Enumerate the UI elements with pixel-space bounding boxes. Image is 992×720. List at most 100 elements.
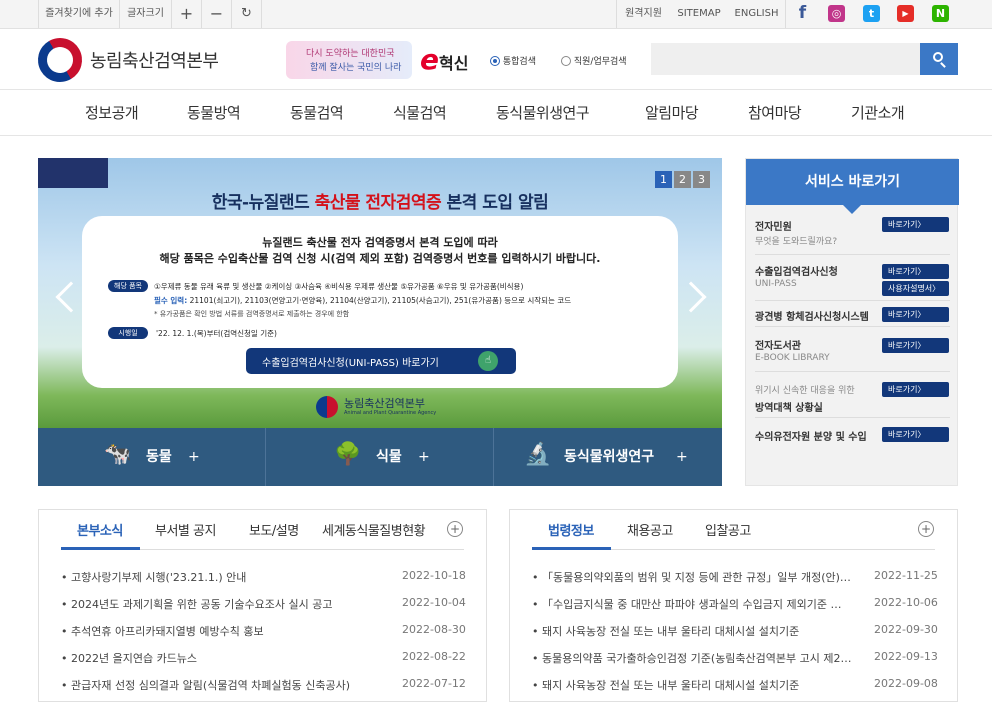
tab-world-disease[interactable]: 세계동식물질병현황	[322, 520, 426, 539]
search-button[interactable]	[920, 43, 958, 75]
radio-staff-search[interactable]: 직원/업무검색	[561, 54, 627, 67]
service-situation-pre: 위기시 신속한 대응을 위한	[755, 386, 855, 396]
list-item[interactable]: • 추석연휴 아프리카돼지열병 예방수칙 홍보	[61, 623, 401, 639]
list-item[interactable]: • 동물용의약품 국가출하승인검정 기준(농림축산검역본부 고시 제2022-4…	[532, 650, 852, 666]
banner-line-2: 해당 품목은 수입축산물 검역 신청 시(검역 제외 포함) 검역증명서 번호를…	[159, 252, 601, 265]
radio-unchecked-icon	[561, 55, 571, 66]
service-library-title: 전자도서관	[755, 341, 801, 352]
service-rabies-go-button[interactable]: 바로가기〉	[882, 307, 949, 322]
pager-2-button[interactable]: 2	[674, 171, 691, 188]
logo-emblem-icon[interactable]	[29, 29, 91, 91]
nav-info-disclosure[interactable]: 정보공개	[85, 102, 139, 123]
nav-about[interactable]: 기관소개	[851, 102, 905, 123]
pager-3-button[interactable]: 3	[693, 171, 710, 188]
remote-support-link[interactable]: 원격지원	[616, 0, 670, 28]
slogan-banner[interactable]: 다시 도약하는 대한민국 함께 잘사는 국민의 나라	[286, 41, 412, 79]
tab-law-info[interactable]: 법령정보	[548, 520, 594, 539]
youtube-icon[interactable]: ▶	[897, 5, 914, 22]
service-row-rabies: 광견병 항체검사신청시스템 바로가기〉	[755, 301, 950, 327]
quick-link-plant[interactable]: 🌳 식물 +	[266, 428, 494, 486]
slogan-line-2: 함께 잘사는 국민의 나라	[310, 63, 402, 73]
badge-date: 시행일	[108, 327, 148, 339]
radio-checked-icon	[490, 55, 500, 66]
unipass-button[interactable]: 수출입검역검사신청(UNI-PASS) 바로가기 ☝	[246, 348, 516, 374]
nav-research[interactable]: 동식물위생연구	[496, 102, 590, 123]
more-plus-icon[interactable]: +	[918, 521, 934, 537]
list-item[interactable]: • 「수입금지식물 중 대만산 파파야 생과실의 수입금지 제외기준 」고시 일…	[532, 596, 852, 612]
nav-notice[interactable]: 알림마당	[645, 102, 699, 123]
facebook-icon[interactable]: f	[794, 5, 811, 22]
radio-staff-label: 직원/업무검색	[573, 57, 627, 67]
service-genetic-go-button[interactable]: 바로가기〉	[882, 427, 949, 442]
nav-participation[interactable]: 참여마당	[748, 102, 802, 123]
main-visual-banner[interactable]: 1 2 3 한국-뉴질랜드 축산물 전자검역증 본격 도입 알림 뉴질랜드 축산…	[38, 158, 722, 428]
service-unipass-manual-button[interactable]: 사용자설명서〉	[882, 281, 949, 296]
list-item-date: 2022-09-30	[874, 623, 938, 636]
banner-items-text: ①우제류 동물 유래 육류 및 생산물 ②케이싱 ③사슴육 ④비식용 우제류 생…	[154, 282, 524, 291]
quick-link-research-label: 동식물위생연구	[564, 449, 655, 465]
list-item[interactable]: • 2022년 을지연습 카드뉴스	[61, 650, 401, 666]
list-item-date: 2022-09-08	[874, 677, 938, 690]
main-navigation: 정보공개 동물방역 동물검역 식물검역 동식물위생연구 알림마당 참여마당 기관…	[0, 90, 992, 136]
list-item-date: 2022-11-25	[874, 569, 938, 582]
search-icon	[933, 52, 943, 62]
list-item[interactable]: • 돼지 사육농장 전실 또는 내부 울타리 대체시설 설치기준	[532, 677, 852, 693]
nav-animal-quarantine[interactable]: 동물검역	[290, 102, 344, 123]
twitter-icon[interactable]: t	[863, 5, 880, 22]
banner-date-text: '22. 12. 1.(목)부터(검역신청일 기준)	[156, 329, 277, 338]
list-item[interactable]: • 고향사랑기부제 시행('23.21.1.) 안내	[61, 569, 401, 585]
banner-next-icon[interactable]	[675, 281, 707, 313]
banner-logo-text: 농림축산검역본부	[344, 397, 425, 410]
plant-icon: 🌳	[334, 442, 362, 467]
add-favorite-button[interactable]: 즐겨찾기에 추가	[38, 0, 120, 28]
font-decrease-button[interactable]: −	[202, 0, 232, 28]
tab-active-indicator	[61, 547, 140, 550]
list-item-date: 2022-08-22	[402, 650, 466, 663]
hand-pointer-icon: ☝	[478, 351, 498, 371]
list-item[interactable]: • 돼지 사육농장 전실 또는 내부 울타리 대체시설 설치기준	[532, 623, 852, 639]
quick-link-research-plus: +	[676, 449, 688, 465]
site-logo-text[interactable]: 농림축산검역본부	[90, 47, 219, 73]
service-library-go-button[interactable]: 바로가기〉	[882, 338, 949, 353]
list-item[interactable]: • 2024년도 과제기획을 위한 공동 기술수요조사 실시 공고	[61, 596, 401, 612]
service-row-situation-room: 위기시 신속한 대응을 위한 방역대책 상황실 바로가기〉	[755, 372, 950, 418]
quick-link-research[interactable]: 🔬 동식물위생연구 +	[494, 428, 722, 486]
service-panel-arrow	[843, 205, 861, 214]
list-item[interactable]: • 관급자재 선정 심의결과 알림(식물검역 차폐실험동 신축공사)	[61, 677, 401, 693]
tab-dept-notice[interactable]: 부서별 공지	[155, 520, 216, 539]
service-situation-go-button[interactable]: 바로가기〉	[882, 382, 949, 397]
more-plus-icon[interactable]: +	[447, 521, 463, 537]
list-item[interactable]: • 「동물용의약외품의 범위 및 지정 등에 관한 규정」일부 개정(안) 행정…	[532, 569, 852, 585]
service-unipass-go-button[interactable]: 바로가기〉	[882, 264, 949, 279]
tab-recruit[interactable]: 채용공고	[627, 520, 673, 539]
innovation-logo[interactable]: e혁신	[420, 43, 468, 76]
nav-animal-disease[interactable]: 동물방역	[187, 102, 241, 123]
english-link[interactable]: ENGLISH	[728, 0, 786, 28]
service-unipass-title: 수출입검역검사신청	[755, 267, 838, 278]
service-e-petition-go-button[interactable]: 바로가기〉	[882, 217, 949, 232]
quick-link-animal[interactable]: 🐄 동물 +	[38, 428, 266, 486]
nav-plant-quarantine[interactable]: 식물검역	[393, 102, 447, 123]
top-utility-bar: 즐겨찾기에 추가 글자크기 + − ↻ 원격지원 SITEMAP ENGLISH…	[0, 0, 992, 29]
banner-line-1: 뉴질랜드 축산물 전자 검역증명서 본격 도입에 따라	[262, 236, 498, 249]
banner-required-text: 필수 입력: 21101(쇠고기), 21103(면양고기·면양육), 2110…	[154, 296, 572, 305]
tab-hq-news[interactable]: 본부소식	[77, 520, 123, 539]
animal-icon: 🐄	[104, 442, 132, 467]
instagram-icon[interactable]: ◎	[828, 5, 845, 22]
font-reset-button[interactable]: ↻	[232, 0, 262, 28]
pager-1-button[interactable]: 1	[655, 171, 672, 188]
service-panel-title: 서비스 바로가기	[746, 159, 959, 205]
list-item-date: 2022-09-13	[874, 650, 938, 663]
list-item-date: 2022-07-12	[402, 677, 466, 690]
service-library-sub: E-BOOK LIBRARY	[755, 353, 830, 363]
sitemap-link[interactable]: SITEMAP	[670, 0, 728, 28]
naver-icon[interactable]: N	[932, 5, 949, 22]
quick-link-animal-plus: +	[188, 449, 200, 465]
tab-press[interactable]: 보도/설명	[249, 520, 299, 539]
search-input[interactable]	[651, 43, 920, 75]
radio-integrated-search[interactable]: 통합검색	[490, 54, 536, 67]
tab-bid[interactable]: 입찰공고	[705, 520, 751, 539]
font-increase-button[interactable]: +	[172, 0, 202, 28]
service-genetic-title: 수의유전자원 분양 및 수입	[755, 432, 867, 443]
quick-link-plant-label: 식물	[376, 449, 402, 465]
